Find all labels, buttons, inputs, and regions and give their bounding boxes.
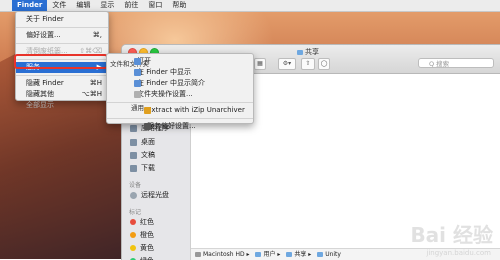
window-title: 共享 <box>297 47 319 57</box>
sidebar-item-remote-disc[interactable]: 远程光盘 <box>130 189 169 201</box>
search-input[interactable]: Q 搜索 <box>418 58 494 68</box>
sidebar-tag-orange[interactable]: 橙色 <box>130 229 154 241</box>
path-item[interactable]: Unity <box>317 249 341 260</box>
path-item[interactable]: 共享 <box>286 249 306 260</box>
sidebar-tag-green[interactable]: 绿色 <box>130 255 154 260</box>
service-icon <box>134 80 141 87</box>
watermark: Bai 经验 <box>410 223 493 247</box>
menu-help[interactable]: 帮助 <box>167 0 191 11</box>
applications-icon <box>130 124 137 132</box>
apple-icon[interactable] <box>0 0 12 11</box>
menu-item-about-finder[interactable]: 关于 Finder <box>16 14 108 25</box>
downloads-icon <box>130 164 137 172</box>
menu-separator <box>16 75 108 76</box>
sidebar-item-desktop[interactable]: 桌面 <box>130 136 155 148</box>
menu-finder[interactable]: Finder <box>12 0 48 11</box>
path-item[interactable]: 用户 <box>255 249 275 260</box>
folder-icon <box>297 49 303 55</box>
service-show-in-finder[interactable]: 在 Finder 中显示 <box>127 67 253 78</box>
sidebar-item-documents[interactable]: 文稿 <box>130 149 155 161</box>
path-separator-icon: ▸ <box>277 251 283 258</box>
watermark-url: jingyan.baidu.com <box>426 249 491 257</box>
menu-separator <box>16 43 108 44</box>
folder-icon <box>317 252 324 257</box>
preferences-icon <box>144 123 151 130</box>
folder-icon <box>286 252 293 257</box>
service-izip[interactable]: Extract with iZip Unarchiver <box>137 105 253 116</box>
izip-icon <box>144 107 151 114</box>
hard-drive-icon <box>195 252 201 257</box>
menu-item-hide-others[interactable]: 隐藏其他 ⌥⌘H <box>16 89 108 100</box>
path-separator-icon: ▸ <box>308 251 314 258</box>
highlight-box <box>14 54 108 69</box>
menu-item-preferences[interactable]: 偏好设置... ⌘, <box>16 30 108 41</box>
yellow-tag-icon <box>130 245 136 251</box>
service-icon <box>134 58 141 65</box>
menu-window[interactable]: 窗口 <box>143 0 167 11</box>
path-item[interactable]: Macintosh HD <box>195 249 245 260</box>
tag-button[interactable]: ◯ <box>318 58 330 70</box>
view-options-button[interactable]: ▦ <box>254 58 266 70</box>
menu-item-show-all[interactable]: 全部显示 <box>16 100 108 111</box>
folder-icon <box>255 252 262 257</box>
menu-file[interactable]: 文件 <box>47 0 71 11</box>
menu-edit[interactable]: 编辑 <box>71 0 95 11</box>
share-button[interactable]: ⇧ <box>301 58 315 70</box>
service-icon <box>134 69 141 76</box>
orange-tag-icon <box>130 232 136 238</box>
service-open[interactable]: 打开 <box>127 56 253 67</box>
sidebar-item-downloads[interactable]: 下载 <box>130 162 155 174</box>
services-submenu: 文件和文件夹 打开 在 Finder 中显示 在 Finder 中显示简介 文件… <box>106 53 254 130</box>
sidebar-tag-yellow[interactable]: 黄色 <box>130 242 154 254</box>
documents-icon <box>130 151 137 159</box>
action-gear-button[interactable]: ⚙▾ <box>278 58 296 70</box>
tags-header: 标记 <box>129 209 142 216</box>
menu-item-hide-finder[interactable]: 隐藏 Finder ⌘H <box>16 78 108 89</box>
sidebar-tag-red[interactable]: 红色 <box>130 216 154 228</box>
menu-separator <box>107 102 253 103</box>
menu-view[interactable]: 显示 <box>95 0 119 11</box>
service-preferences[interactable]: 服务偏好设置... <box>137 121 253 132</box>
menu-separator <box>107 118 253 119</box>
service-show-info[interactable]: 在 Finder 中显示简介 <box>127 78 253 89</box>
disc-icon <box>130 191 137 199</box>
desktop-icon <box>130 138 137 146</box>
menu-go[interactable]: 前往 <box>119 0 143 11</box>
menu-separator <box>16 27 108 28</box>
red-tag-icon <box>130 219 136 225</box>
gear-icon <box>134 91 141 98</box>
service-folder-actions[interactable]: 文件夹操作设置... <box>127 89 253 100</box>
path-separator-icon: ▸ <box>246 251 252 258</box>
devices-header: 设备 <box>129 182 142 189</box>
